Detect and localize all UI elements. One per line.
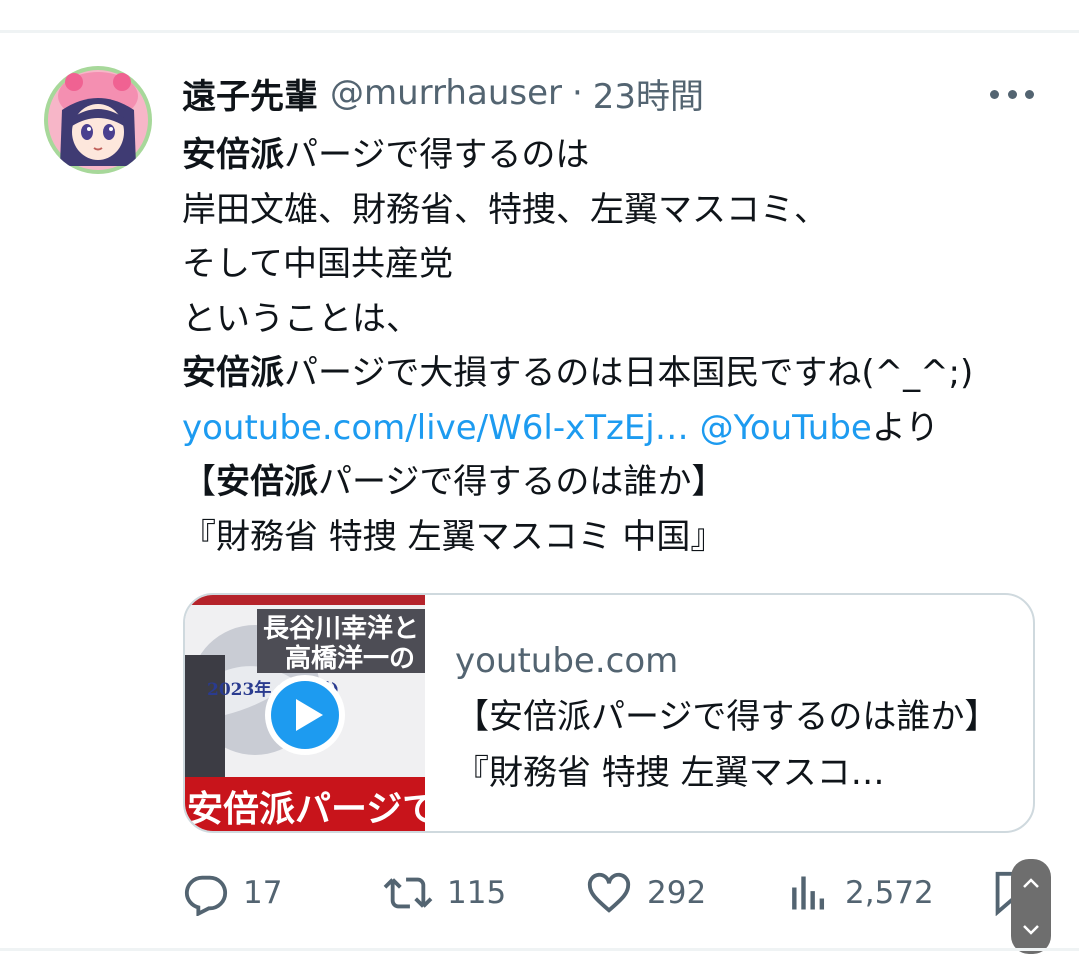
hashtag-text: 安倍派 (182, 353, 284, 393)
tweet-header: 遠子先輩 @murrhauser · 23時間 (182, 69, 704, 118)
tweet-line: ということは、 (182, 298, 420, 339)
svg-text:高橋洋一の: 高橋洋一の (285, 643, 415, 674)
tweet-line: 安倍派パージで大損するのは日本国民ですね(^_^;) (182, 346, 1042, 401)
user-handle[interactable]: @murrhauser (330, 73, 562, 113)
top-divider (0, 30, 1079, 33)
tweet-line-text: パージで得するのは (284, 135, 590, 175)
reply-icon (184, 875, 228, 916)
hashtag-text: 安倍派 (182, 135, 284, 175)
svg-text:安倍派パージで得する: 安倍派パージで得する (187, 788, 425, 830)
separator-dot: · (571, 73, 583, 113)
views-button[interactable]: 2,572 (787, 865, 934, 921)
svg-text:長谷川幸洋と: 長谷川幸洋と (263, 613, 419, 644)
reply-button[interactable]: 17 (183, 865, 282, 921)
avatar-image (44, 66, 152, 174)
bracket-text: 【 (182, 462, 216, 502)
action-bar: 17 115 292 2,572 (183, 865, 1043, 921)
like-button[interactable]: 292 (585, 865, 706, 921)
retweet-button[interactable]: 115 (383, 865, 506, 921)
display-name[interactable]: 遠子先輩 (182, 69, 318, 118)
link-preview-card[interactable]: 長谷川幸洋と 高橋洋一の 2023年 1日(月) 安倍派パージで得する yout… (183, 593, 1035, 833)
card-text: youtube.com 【安倍派パージで得するのは誰か】『財務省 特捜 左翼マス… (425, 595, 1005, 831)
retweet-icon (383, 877, 433, 909)
reply-count: 17 (243, 875, 283, 911)
scroll-control[interactable] (1011, 859, 1051, 954)
card-domain: youtube.com (455, 641, 679, 681)
tweet-line: youtube.com/live/W6l-xTzEj… @YouTubeより (182, 401, 1042, 456)
views-icon (792, 876, 825, 910)
heart-icon (587, 872, 631, 913)
tweet-line: 岸田文雄、財務省、特捜、左翼マスコミ、 (182, 189, 828, 230)
avatar[interactable] (44, 66, 152, 174)
like-count: 292 (647, 875, 707, 911)
bottom-divider (0, 948, 1079, 951)
chevron-up-icon[interactable] (1021, 876, 1041, 890)
more-icon[interactable] (990, 82, 1034, 106)
tweet-line-text: パージで得するのは誰か】 (318, 462, 726, 502)
hashtag-text: 安倍派 (216, 462, 318, 502)
youtube-mention[interactable]: @YouTube (700, 408, 872, 448)
youtube-link[interactable]: youtube.com/live/W6l-xTzEj… (182, 408, 689, 448)
views-count: 2,572 (845, 875, 934, 911)
tweet-line: 『財務省 特捜 左翼マスコミ 中国』 (182, 516, 725, 557)
tweet-line-text: より (871, 407, 940, 448)
tweet-text: 安倍派パージで得するのは 岸田文雄、財務省、特捜、左翼マスコミ、 そして中国共産… (182, 128, 1042, 564)
tweet-line: 【安倍派パージで得するのは誰か】 (182, 455, 1042, 510)
tweet-line: 安倍派パージで得するのは (182, 128, 1042, 183)
video-thumbnail[interactable]: 長谷川幸洋と 高橋洋一の 2023年 1日(月) 安倍派パージで得する (185, 595, 425, 831)
chevron-down-icon[interactable] (1021, 923, 1041, 937)
tweet-line: そして中国共産党 (182, 244, 453, 284)
play-icon[interactable] (263, 673, 347, 757)
tweet-line-text: パージで大損するのは日本国民ですね(^_^;) (284, 353, 974, 393)
timestamp[interactable]: 23時間 (593, 69, 704, 118)
retweet-count: 115 (447, 875, 507, 911)
card-title: 【安倍派パージで得するのは誰か】『財務省 特捜 左翼マスコ… (455, 697, 999, 793)
